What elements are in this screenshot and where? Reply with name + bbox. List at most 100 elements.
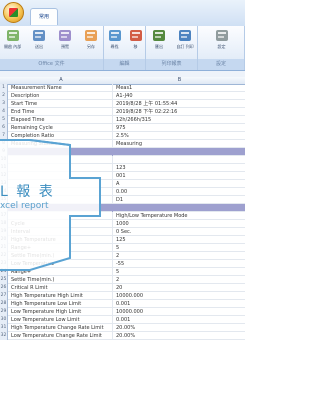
row-number[interactable]: 7 <box>0 132 8 140</box>
cell-a[interactable] <box>9 172 113 180</box>
cell-b[interactable]: 5 <box>114 244 245 252</box>
cell-a[interactable]: High Temperature <box>9 236 113 244</box>
ribbon-tool-0[interactable]: 開啟 內部 並 <box>4 28 22 56</box>
row-number[interactable]: 32 <box>0 332 8 340</box>
cell-a[interactable]: Low Temperature Low Limit <box>9 316 113 324</box>
cell-b[interactable]: 975 <box>114 124 245 132</box>
cell-a[interactable]: Cycle <box>9 220 113 228</box>
row-number[interactable]: 24 <box>0 268 8 276</box>
cell-a[interactable] <box>9 148 113 156</box>
cell-b[interactable]: 0 Sec. <box>114 228 245 236</box>
cell-b[interactable]: 123 <box>114 164 245 172</box>
cell-a[interactable]: High Temperature Low Limit <box>9 300 113 308</box>
ribbon-tool-7[interactable]: 自訂 列印 <box>176 28 194 56</box>
row-number[interactable]: 6 <box>0 124 8 132</box>
cell-a[interactable]: Description <box>9 92 113 100</box>
cell-a[interactable]: Range+ <box>9 244 113 252</box>
row-number[interactable]: 20 <box>0 236 8 244</box>
ribbon-tool-5[interactable]: 移 <box>127 28 145 56</box>
ribbon-tool-4[interactable]: 尋找 <box>106 28 124 56</box>
ribbon-tool-2[interactable]: 預覽 <box>56 28 74 56</box>
cell-a[interactable]: Low Temperature Change Rate Limit <box>9 332 113 340</box>
cell-b[interactable]: 2 <box>114 276 245 284</box>
cell-a[interactable]: End Time <box>9 108 113 116</box>
cell-a[interactable]: High Temperature Change Rate Limit <box>9 324 113 332</box>
row-number[interactable]: 31 <box>0 324 8 332</box>
cell-b[interactable]: 2.5% <box>114 132 245 140</box>
row-number[interactable]: 5 <box>0 116 8 124</box>
cell-a[interactable]: Settle Time(min.) <box>9 276 113 284</box>
cell-b[interactable]: A1-J40 <box>114 92 245 100</box>
cell-b[interactable]: 2019/8/28 上午 01:55:44 <box>114 100 245 108</box>
cell-b[interactable] <box>114 156 245 164</box>
tab-home[interactable]: 常用 <box>30 8 58 25</box>
cell-b[interactable]: 10000.000 <box>114 292 245 300</box>
column-header-b[interactable]: B <box>114 77 245 84</box>
cell-b[interactable]: Meas1 <box>114 84 245 92</box>
row-number[interactable]: 17 <box>0 212 8 220</box>
cell-b[interactable]: 125 <box>114 236 245 244</box>
row-number[interactable]: 21 <box>0 244 8 252</box>
cell-a[interactable]: Measuring Status <box>9 140 113 148</box>
column-header-a[interactable]: A <box>9 77 113 84</box>
ribbon-tool-3[interactable]: 另存 <box>82 28 100 56</box>
cell-a[interactable]: Start Time <box>9 100 113 108</box>
cell-b[interactable]: 1000 <box>114 220 245 228</box>
row-number[interactable]: 4 <box>0 108 8 116</box>
row-number[interactable]: 25 <box>0 276 8 284</box>
cell-b[interactable]: A <box>114 180 245 188</box>
row-number[interactable]: 10 <box>0 156 8 164</box>
cell-a[interactable]: Completion Ratio <box>9 132 113 140</box>
row-number[interactable]: 1 <box>0 84 8 92</box>
cell-b[interactable]: 2019/8/28 下午 02:22:16 <box>114 108 245 116</box>
row-number[interactable]: 29 <box>0 308 8 316</box>
row-number[interactable]: 19 <box>0 228 8 236</box>
row-number[interactable]: 30 <box>0 316 8 324</box>
ribbon-tool-8[interactable]: 設定 <box>213 28 231 56</box>
cell-b[interactable]: 0.00 <box>114 188 245 196</box>
row-number[interactable]: 26 <box>0 284 8 292</box>
row-number[interactable]: 22 <box>0 252 8 260</box>
row-number[interactable]: 23 <box>0 260 8 268</box>
row-number[interactable]: 12 <box>0 172 8 180</box>
row-number[interactable]: 27 <box>0 292 8 300</box>
cell-b[interactable]: 20 <box>114 284 245 292</box>
ribbon-tool-6[interactable]: 匯出 <box>150 28 168 56</box>
row-number[interactable]: 11 <box>0 164 8 172</box>
cell-b[interactable]: 10000.000 <box>114 308 245 316</box>
cell-a[interactable] <box>9 156 113 164</box>
cell-b[interactable] <box>114 204 245 212</box>
cell-a[interactable]: Settle Time(min.) <box>9 252 113 260</box>
cell-b[interactable]: 001 <box>114 172 245 180</box>
cell-a[interactable] <box>9 164 113 172</box>
cell-b[interactable]: High/Low Temperature Mode <box>114 212 245 220</box>
cell-b[interactable] <box>114 148 245 156</box>
cell-a[interactable]: Low Temperature <box>9 260 113 268</box>
cell-a[interactable]: Interval <box>9 228 113 236</box>
cell-a[interactable]: Low Temperature High Limit <box>9 308 113 316</box>
cell-a[interactable]: Critical R Limit <box>9 284 113 292</box>
cell-b[interactable]: Measuring <box>114 140 245 148</box>
cell-b[interactable]: 2 <box>114 252 245 260</box>
cell-b[interactable]: 20.00% <box>114 324 245 332</box>
cell-a[interactable]: High Temperature High Limit <box>9 292 113 300</box>
cell-a[interactable] <box>9 212 113 220</box>
row-number[interactable]: 9 <box>0 148 8 156</box>
cell-b[interactable]: 12h/266h/315 <box>114 116 245 124</box>
cell-b[interactable]: 0.001 <box>114 316 245 324</box>
row-number[interactable]: 3 <box>0 100 8 108</box>
row-number[interactable]: 8 <box>0 140 8 148</box>
cell-a[interactable]: Range+ <box>9 268 113 276</box>
cell-a[interactable]: Remaining Cycle <box>9 124 113 132</box>
cell-b[interactable]: 20.00% <box>114 332 245 340</box>
cell-a[interactable]: Elapsed Time <box>9 116 113 124</box>
cell-b[interactable]: 5 <box>114 268 245 276</box>
cell-b[interactable]: -55 <box>114 260 245 268</box>
row-number[interactable]: 28 <box>0 300 8 308</box>
cell-b[interactable]: 0.001 <box>114 300 245 308</box>
row-number[interactable]: 18 <box>0 220 8 228</box>
ribbon-tool-1[interactable]: 送出 <box>30 28 48 56</box>
cell-b[interactable]: D1 <box>114 196 245 204</box>
office-button[interactable] <box>3 2 24 23</box>
cell-a[interactable]: Measurement Name <box>9 84 113 92</box>
